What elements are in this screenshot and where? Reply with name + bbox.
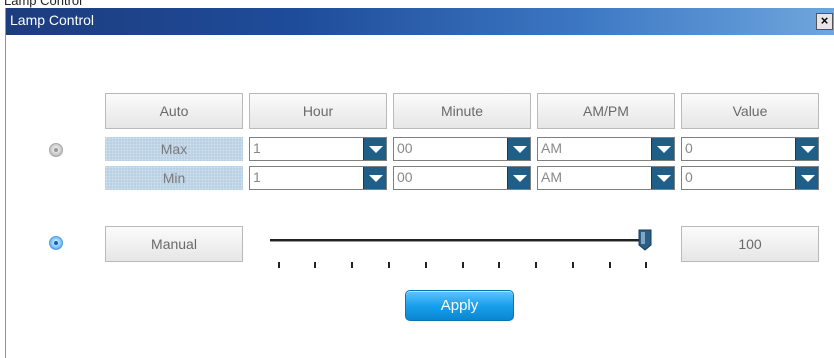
chevron-down-icon[interactable] [507, 167, 530, 189]
header-auto: Auto [105, 93, 243, 129]
chevron-down-icon[interactable] [795, 167, 818, 189]
manual-button[interactable]: Manual [105, 226, 243, 262]
close-button[interactable]: × [816, 13, 833, 30]
min-ampm-value: AM [541, 169, 562, 185]
close-icon: × [820, 13, 829, 28]
title-bar[interactable]: Lamp Control × [6, 8, 834, 35]
min-value-select[interactable]: 0 [681, 166, 819, 190]
slider-tick [314, 262, 316, 268]
max-hour-value: 1 [253, 140, 261, 156]
max-value-select[interactable]: 0 [681, 137, 819, 161]
chevron-down-icon[interactable] [363, 138, 386, 160]
slider-tick [535, 262, 537, 268]
auto-mode-radio[interactable] [49, 143, 63, 157]
min-value-value: 0 [685, 169, 693, 185]
chevron-down-icon[interactable] [795, 138, 818, 160]
row-label-min: Min [105, 166, 243, 190]
slider-tick [278, 262, 280, 268]
min-hour-value: 1 [253, 169, 261, 185]
apply-button[interactable]: Apply [405, 290, 514, 321]
header-hour: Hour [249, 93, 387, 129]
max-value-value: 0 [685, 140, 693, 156]
min-hour-select[interactable]: 1 [249, 166, 387, 190]
slider-tick [498, 262, 500, 268]
max-ampm-value: AM [541, 140, 562, 156]
slider-tick [351, 262, 353, 268]
slider-tick [572, 262, 574, 268]
chevron-down-icon[interactable] [363, 167, 386, 189]
slider-value-display: 100 [681, 226, 819, 262]
brightness-slider-track[interactable] [270, 239, 646, 242]
chevron-down-icon[interactable] [507, 138, 530, 160]
slider-tick [425, 262, 427, 268]
brightness-slider-thumb[interactable] [638, 229, 652, 251]
max-hour-select[interactable]: 1 [249, 137, 387, 161]
manual-mode-radio[interactable] [49, 236, 63, 250]
row-label-max: Max [105, 137, 243, 161]
max-minute-value: 00 [397, 140, 413, 156]
slider-tick [609, 262, 611, 268]
max-ampm-select[interactable]: AM [537, 137, 675, 161]
min-ampm-select[interactable]: AM [537, 166, 675, 190]
min-minute-select[interactable]: 00 [393, 166, 531, 190]
window-title: Lamp Control [10, 12, 95, 28]
header-minute: Minute [393, 93, 531, 129]
slider-tick [645, 262, 647, 268]
outer-caption: Lamp Control [4, 0, 83, 8]
header-value: Value [681, 93, 819, 129]
min-minute-value: 00 [397, 169, 413, 185]
header-ampm: AM/PM [537, 93, 675, 129]
chevron-down-icon[interactable] [651, 167, 674, 189]
slider-tick [462, 262, 464, 268]
max-minute-select[interactable]: 00 [393, 137, 531, 161]
chevron-down-icon[interactable] [651, 138, 674, 160]
slider-tick [388, 262, 390, 268]
